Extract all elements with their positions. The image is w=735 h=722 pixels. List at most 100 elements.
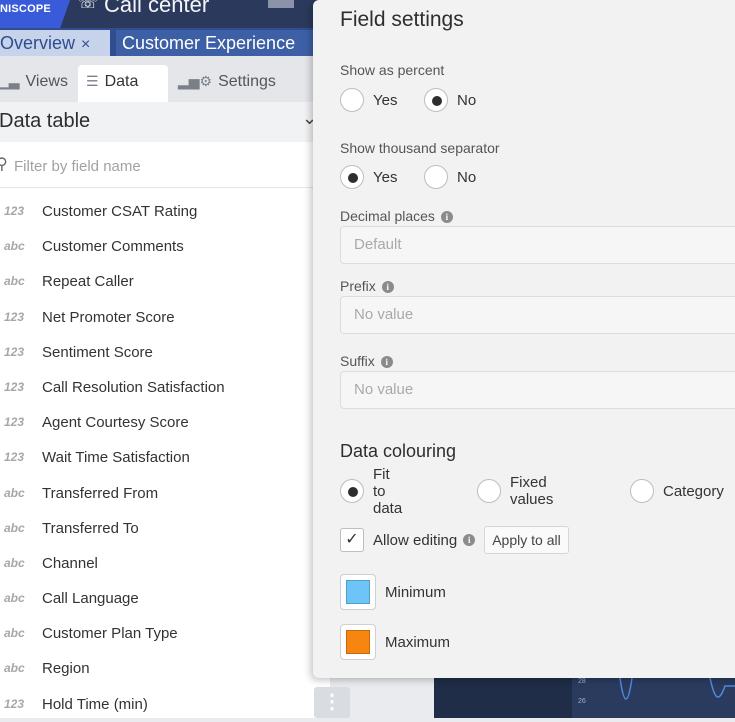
dashboard-chart: 28 26 xyxy=(434,676,735,718)
field-type: 123 xyxy=(4,379,25,394)
info-icon[interactable]: i xyxy=(440,211,453,223)
decimal-places-text: Decimal places xyxy=(340,208,435,224)
radio-thousand-yes[interactable]: Yes xyxy=(340,164,397,190)
modal-title: Field settings xyxy=(340,8,464,31)
decimal-places-label: Decimal places i xyxy=(340,208,453,224)
field-item[interactable]: abc Region xyxy=(0,651,330,686)
suffix-field[interactable]: No value xyxy=(340,371,735,409)
field-name: Repeat Caller xyxy=(42,273,134,291)
prefix-field[interactable]: No value xyxy=(340,296,735,334)
field-type: abc xyxy=(4,239,25,254)
minimum-label: Minimum xyxy=(385,583,446,601)
suffix-text: Suffix xyxy=(340,353,375,369)
field-item[interactable]: 123 Agent Courtesy Score xyxy=(0,405,330,440)
field-item[interactable]: abc Transferred To xyxy=(0,511,330,546)
field-item[interactable]: abc Repeat Caller xyxy=(0,264,330,299)
field-name: Agent Courtesy Score xyxy=(42,414,189,432)
tab-customer-experience[interactable]: Customer Experience xyxy=(116,30,336,56)
field-name: Channel xyxy=(42,554,98,572)
field-type: 123 xyxy=(4,309,25,324)
field-type: abc xyxy=(4,520,25,535)
radio-fixed-values[interactable]: Fixed values xyxy=(477,474,553,508)
database-icon: ☰ xyxy=(86,73,99,89)
radio-show-percent-no[interactable]: No xyxy=(424,87,476,113)
field-item[interactable]: abc Channel xyxy=(0,546,330,581)
field-type: abc xyxy=(4,591,25,606)
maximum-color-row: Maximum xyxy=(340,624,450,660)
more-options-icon[interactable]: ⋮ xyxy=(314,687,350,718)
info-icon[interactable]: i xyxy=(463,534,476,546)
tab-settings[interactable]: ▂▅⚙ Settings xyxy=(178,65,276,102)
chart-line xyxy=(619,677,735,700)
field-name: Customer CSAT Rating xyxy=(42,203,198,220)
chart-settings-icon: ▂▅⚙ xyxy=(178,73,213,89)
maximum-color-fill xyxy=(346,630,370,654)
field-type: 123 xyxy=(4,415,25,430)
thousand-separator-label: Show thousand separator xyxy=(340,140,500,156)
field-name: Transferred To xyxy=(42,519,139,537)
field-type: abc xyxy=(4,485,25,500)
tab-views[interactable]: ▁▃ Views xyxy=(0,65,68,102)
close-icon[interactable]: × xyxy=(81,36,90,53)
allow-editing-checkbox[interactable]: ✓ xyxy=(340,528,364,552)
data-colouring-title: Data colouring xyxy=(340,441,457,461)
radio-dot xyxy=(424,165,448,189)
field-type: 123 xyxy=(4,696,25,711)
field-name: Net Promoter Score xyxy=(42,308,175,326)
field-name: Customer Plan Type xyxy=(42,625,178,643)
tab-overview-label: Overview xyxy=(0,33,76,53)
radio-label: No xyxy=(457,91,477,109)
field-item[interactable]: 123 Wait Time Satisfaction xyxy=(0,440,330,475)
radio-show-percent-yes[interactable]: Yes xyxy=(340,87,397,113)
field-name: Customer Comments xyxy=(42,238,184,256)
radio-thousand-no[interactable]: No xyxy=(424,164,476,190)
field-name: Sentiment Score xyxy=(42,343,153,361)
radio-fit-to-data[interactable]: Fit to data xyxy=(340,466,402,517)
search-icon: ⚲ xyxy=(0,156,8,173)
field-item[interactable]: abc Transferred From xyxy=(0,476,330,511)
radio-dot xyxy=(630,479,654,503)
apply-to-all-button[interactable]: Apply to all xyxy=(484,526,569,554)
field-name: Call Language xyxy=(42,590,139,608)
field-type: abc xyxy=(4,626,25,641)
allow-editing-label: Allow editing xyxy=(373,531,458,549)
radio-dot-selected xyxy=(340,479,364,503)
minimum-color-row: Minimum xyxy=(340,574,446,610)
y-tick-label: 28 xyxy=(578,678,586,685)
field-type: abc xyxy=(4,661,25,676)
maximum-color-swatch[interactable] xyxy=(340,624,376,660)
minimum-color-fill xyxy=(346,580,370,604)
radio-label: Fit to data xyxy=(373,465,403,517)
tab-overview[interactable]: Overview × xyxy=(0,30,110,56)
data-table-selector[interactable]: Data table ⌄ xyxy=(0,102,330,142)
tab-settings-label: Settings xyxy=(218,73,276,90)
decimal-places-field[interactable]: Default xyxy=(340,226,735,264)
field-name: Hold Time (min) xyxy=(42,695,148,713)
radio-label: Category xyxy=(663,482,724,500)
field-item[interactable]: abc Customer Plan Type xyxy=(0,616,330,651)
field-item[interactable]: 123 Net Promoter Score xyxy=(0,300,330,335)
info-icon[interactable]: i xyxy=(381,281,394,293)
field-item[interactable]: 123 Sentiment Score xyxy=(0,335,330,370)
field-name: Call Resolution Satisfaction xyxy=(42,378,225,396)
filter-bar: ⚲ xyxy=(0,146,330,188)
field-name: Region xyxy=(42,660,90,678)
filter-input[interactable] xyxy=(12,154,312,178)
maximum-label: Maximum xyxy=(385,633,451,651)
field-settings-modal: Field settings Show as percent Yes No Sh… xyxy=(313,0,735,678)
field-item[interactable]: 123 Hold Time (min) xyxy=(0,687,330,722)
radio-category[interactable]: Category xyxy=(630,478,724,504)
panel-tabs: ▁▃ Views ☰ Data ▂▅⚙ Settings xyxy=(0,56,330,102)
tab-data-label: Data xyxy=(104,73,139,90)
tab-views-label: Views xyxy=(25,73,68,90)
field-item[interactable]: abc Call Language xyxy=(0,581,330,616)
field-item[interactable]: abc Customer Comments xyxy=(0,229,330,264)
brand-logo: NISCOPE xyxy=(0,0,70,28)
bar-chart-icon: ▁▃ xyxy=(0,73,20,89)
info-icon[interactable]: i xyxy=(380,356,393,368)
minimum-color-swatch[interactable] xyxy=(340,574,376,610)
tab-data[interactable]: ☰ Data xyxy=(78,65,168,102)
field-item[interactable]: 123 Call Resolution Satisfaction xyxy=(0,370,330,405)
field-item[interactable]: 123 Customer CSAT Rating xyxy=(0,194,330,229)
header-icon[interactable] xyxy=(268,0,294,8)
